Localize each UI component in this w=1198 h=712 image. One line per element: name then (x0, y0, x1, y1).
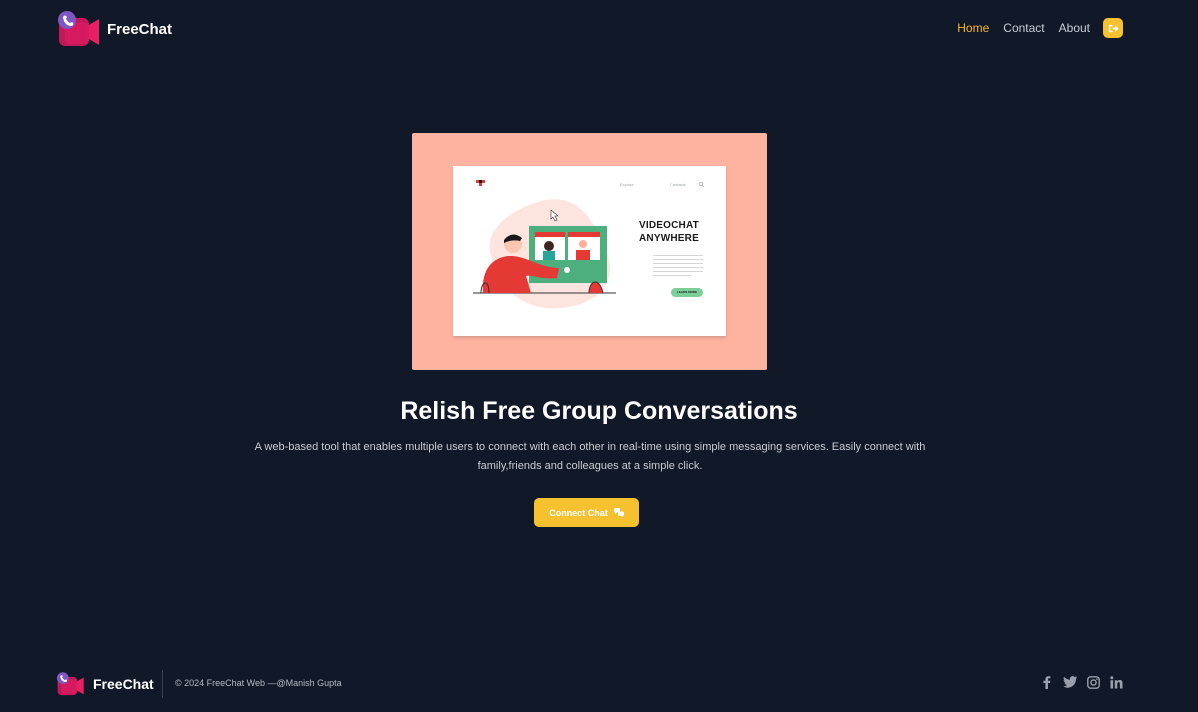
brand-mark-icon (476, 180, 485, 186)
linkedin-link[interactable] (1109, 675, 1123, 689)
top-navbar: FreeChat Home Contact About (0, 0, 1198, 58)
footer: FreeChat © 2024 FreeChat Web —@Manish Gu… (0, 664, 1198, 704)
nav-about[interactable]: About (1059, 21, 1090, 35)
instagram-link[interactable] (1086, 675, 1100, 689)
social-links (1040, 675, 1123, 689)
brand-name: FreeChat (107, 20, 173, 38)
logout-button[interactable] (1103, 18, 1123, 38)
mock-headline: VIDEOCHAT ANYWHERE (639, 219, 699, 245)
video-call-logo-icon (58, 11, 99, 46)
facebook-icon (1043, 675, 1051, 689)
mock-nav-contacts: Contacts (670, 182, 686, 187)
connect-chat-button[interactable]: Connect Chat (534, 498, 639, 527)
person-videocall-illustration (473, 199, 616, 309)
main-nav: Home Contact About (943, 18, 1123, 38)
mock-nav-explore: Explore (620, 182, 634, 187)
twitter-link[interactable] (1063, 675, 1077, 689)
illustration-mockup: Explore Contacts VIDEOCHAT ANYWHERE LEAR… (453, 166, 726, 336)
sign-out-icon (1108, 24, 1119, 32)
nav-contact[interactable]: Contact (1003, 21, 1044, 35)
linkedin-icon (1109, 675, 1122, 688)
instagram-icon (1086, 675, 1100, 689)
copyright-text: © 2024 FreeChat Web —@Manish Gupta (175, 678, 342, 688)
hero-description: A web-based tool that enables multiple u… (254, 441, 926, 472)
mock-learn-more-button: LEARN MORE (671, 288, 703, 297)
footer-brand-name: FreeChat (93, 676, 154, 692)
hero-title: Relish Free Group Conversations (400, 397, 798, 425)
connect-chat-label: Connect Chat (549, 507, 608, 518)
twitter-icon (1063, 676, 1077, 688)
chat-bubbles-icon (613, 508, 624, 517)
hero-illustration: Explore Contacts VIDEOCHAT ANYWHERE LEAR… (412, 133, 767, 370)
nav-home[interactable]: Home (957, 21, 989, 35)
mock-headline-line1: VIDEOCHAT (639, 220, 699, 231)
search-icon (699, 182, 704, 187)
mock-headline-line2: ANYWHERE (639, 233, 699, 244)
video-call-logo-icon (56, 672, 84, 696)
facebook-link[interactable] (1040, 675, 1054, 689)
footer-brand[interactable]: FreeChat (55, 670, 154, 698)
brand[interactable]: FreeChat (55, 8, 172, 50)
footer-divider (162, 670, 163, 698)
